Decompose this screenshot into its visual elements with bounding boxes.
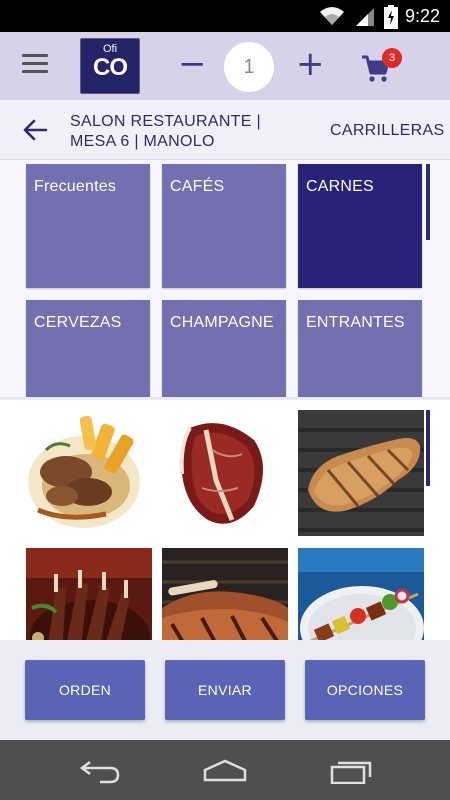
category-frecuentes[interactable]: Frecuentes xyxy=(26,164,150,288)
quantity-minus-button[interactable]: − xyxy=(178,47,207,81)
product-chuleton[interactable] xyxy=(162,410,288,536)
hamburger-icon[interactable] xyxy=(22,54,48,76)
skewers-photo xyxy=(298,548,424,640)
grilled-steak-photo xyxy=(298,410,424,536)
quantity-value[interactable]: 1 xyxy=(224,42,274,92)
category-grid: Frecuentes CAFÉS CARNES CERVEZAS CHAMPAG… xyxy=(0,160,450,398)
status-time: 9:22 xyxy=(404,6,440,26)
recents-nav-icon[interactable] xyxy=(330,758,374,784)
product-carrilleras[interactable] xyxy=(26,410,152,536)
category-entrantes[interactable]: ENTRANTES xyxy=(298,300,422,397)
sub-header: SALON RESTAURANTE | MESA 6 | MANOLO CARR… xyxy=(0,100,450,160)
logo-top-text: Ofi xyxy=(102,43,118,55)
product-lamb-ribs[interactable] xyxy=(26,548,152,640)
wifi-icon xyxy=(320,7,344,25)
product-grid xyxy=(0,400,450,640)
back-nav-icon[interactable] xyxy=(78,758,122,784)
enviar-button[interactable]: ENVIAR xyxy=(165,660,285,720)
arrow-left-icon[interactable] xyxy=(22,118,48,142)
category-cervezas[interactable]: CERVEZAS xyxy=(26,300,150,397)
logo-main-text: CO xyxy=(93,54,128,81)
status-bar: 9:22 xyxy=(0,0,450,32)
category-scrollbar[interactable] xyxy=(426,164,430,240)
product-grilled-steak[interactable] xyxy=(298,410,424,536)
app-bar: Ofi CO − 1 + 3 xyxy=(0,32,450,100)
signal-icon xyxy=(356,8,374,26)
action-bar: ORDEN ENVIAR OPCIONES xyxy=(0,640,450,740)
table-location[interactable]: SALON RESTAURANTE | MESA 6 | MANOLO xyxy=(70,112,310,152)
category-cafes[interactable]: CAFÉS xyxy=(162,164,286,288)
lamb-ribs-photo xyxy=(26,548,152,640)
opciones-button[interactable]: OPCIONES xyxy=(305,660,425,720)
carrilleras-photo xyxy=(26,410,152,536)
category-carnes[interactable]: CARNES xyxy=(298,164,422,288)
system-nav-bar xyxy=(0,740,450,800)
cart-count-badge: 3 xyxy=(382,48,402,68)
screen: 9:22 Ofi CO − 1 + 3 SALON RESTAURANTE | … xyxy=(0,0,450,800)
location-line-2: MESA 6 | MANOLO xyxy=(70,133,215,150)
category-champagne[interactable]: CHAMPAGNE xyxy=(162,300,286,397)
quantity-plus-button[interactable]: + xyxy=(296,47,325,81)
product-skewers[interactable] xyxy=(298,548,424,640)
chuleton-photo xyxy=(162,410,288,536)
location-line-1: SALON RESTAURANTE | xyxy=(70,113,261,130)
battery-icon xyxy=(384,5,398,29)
product-scrollbar[interactable] xyxy=(426,410,430,486)
app-logo: Ofi CO xyxy=(80,38,140,94)
product-ribeye[interactable] xyxy=(162,548,288,640)
ribeye-photo xyxy=(162,548,288,640)
current-item-label: CARRILLERAS xyxy=(330,122,445,139)
orden-button[interactable]: ORDEN xyxy=(25,660,145,720)
home-nav-icon[interactable] xyxy=(201,758,249,784)
